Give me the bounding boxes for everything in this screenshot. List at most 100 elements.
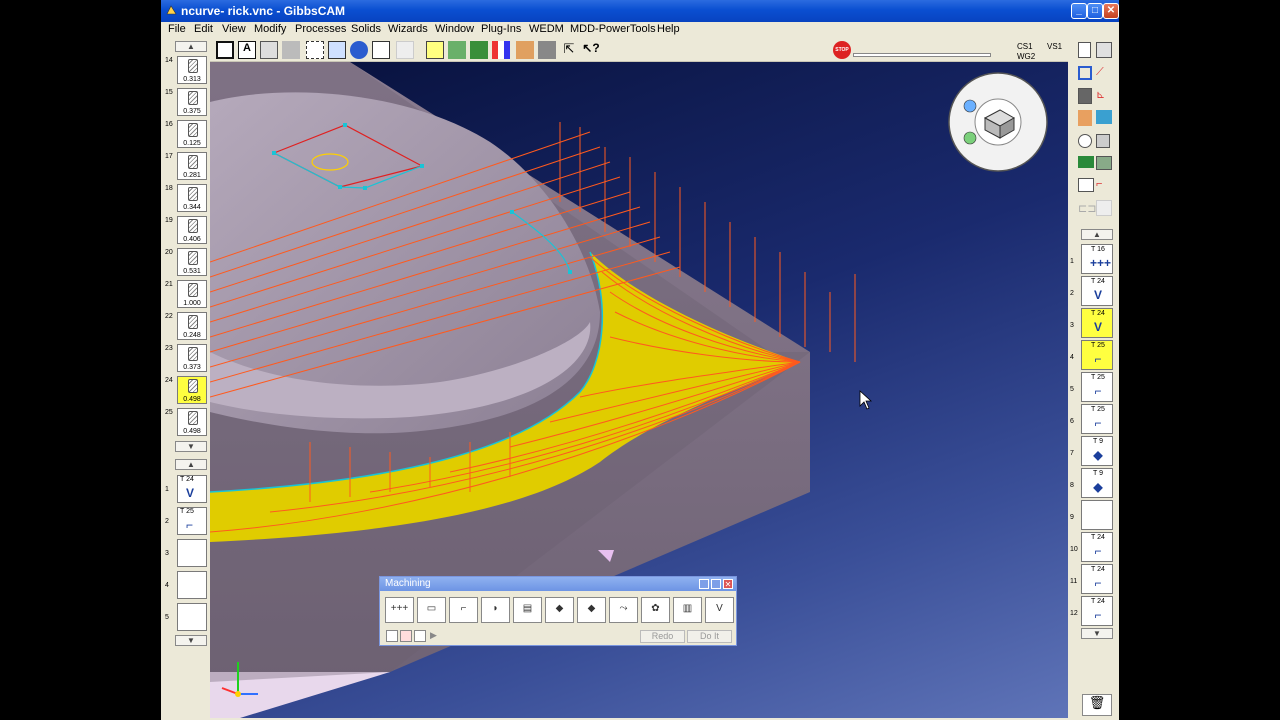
operation-box[interactable]: T 25 ⌐ <box>1081 372 1113 402</box>
profile-process-button[interactable]: ⌐ <box>449 597 478 623</box>
operation-box[interactable] <box>1081 500 1113 530</box>
contour-process-button[interactable]: ▭ <box>417 597 446 623</box>
hole-process-button[interactable]: +++ <box>385 597 414 623</box>
solid-box-icon[interactable] <box>282 41 300 59</box>
operation-slot[interactable]: 9 <box>1070 500 1117 531</box>
operation-box[interactable]: T 9 ◆ <box>1081 436 1113 466</box>
ops-right-scroll-down-button[interactable]: ▼ <box>1081 628 1113 639</box>
select-box-icon[interactable] <box>306 41 324 59</box>
menu-edit[interactable]: Edit <box>194 23 213 35</box>
tool-slot[interactable]: 20 0.531 <box>163 247 209 277</box>
palette-minimize-icon[interactable] <box>711 579 721 589</box>
operation-slot[interactable]: 8 T 9 ◆ <box>1070 468 1117 499</box>
tool-slot[interactable]: 14 0.313 <box>163 55 209 85</box>
tools-scroll-down-button[interactable]: ▼ <box>175 441 207 452</box>
operation-box[interactable]: T 25 ⌐ <box>177 507 207 535</box>
face-process-button[interactable]: ▤ <box>513 597 542 623</box>
delete-toolpath-icon[interactable] <box>538 41 556 59</box>
menu-processes[interactable]: Processes <box>295 23 346 35</box>
tools-scroll-up-button[interactable]: ▲ <box>175 41 207 52</box>
cs-icon[interactable]: ⌐ <box>1096 178 1110 192</box>
rotate-view-icon[interactable] <box>372 41 390 59</box>
grid-icon[interactable] <box>328 41 346 59</box>
operation-slot[interactable]: 2 T 24 V <box>1070 276 1117 307</box>
tool-slot[interactable]: 16 0.125 <box>163 119 209 149</box>
rough-process-button[interactable]: ◆ <box>577 597 606 623</box>
redo-button[interactable]: Redo <box>640 630 685 643</box>
operation-slot[interactable]: 5 <box>163 602 209 632</box>
tool-slot[interactable]: 17 0.281 <box>163 151 209 181</box>
filter-icon[interactable] <box>386 630 398 642</box>
menu-file[interactable]: File <box>168 23 186 35</box>
flowline-process-button[interactable]: ✿ <box>641 597 670 623</box>
ops-right-scroll-up-button[interactable]: ▲ <box>1081 229 1113 240</box>
menu-view[interactable]: View <box>222 23 246 35</box>
operation-slot[interactable]: 3 <box>163 538 209 568</box>
operation-box[interactable]: T 16 +++ <box>1081 244 1113 274</box>
view-compass[interactable] <box>948 72 1048 172</box>
part-icon[interactable] <box>448 41 466 59</box>
eye-view-icon[interactable] <box>1078 134 1092 148</box>
operation-slot[interactable]: 10 T 24 ⌐ <box>1070 532 1117 563</box>
palette-restore-icon[interactable] <box>699 579 709 589</box>
operation-box[interactable]: T 9 ◆ <box>1081 468 1113 498</box>
operation-box[interactable]: T 24 V <box>177 475 207 503</box>
operation-slot[interactable]: 5 T 25 ⌐ <box>1070 372 1117 403</box>
operation-box[interactable]: T 24 ⌐ <box>1081 596 1113 626</box>
rectangle-tool-icon[interactable] <box>1078 66 1092 80</box>
ops-scroll-up-button[interactable]: ▲ <box>175 459 207 470</box>
operation-box[interactable] <box>177 603 207 631</box>
operation-slot[interactable]: 1 T 16 +++ <box>1070 244 1117 275</box>
tool-slot[interactable]: 22 0.248 <box>163 311 209 341</box>
menu-plugins[interactable]: Plug-Ins <box>481 23 521 35</box>
operation-slot[interactable]: 3 T 24 V <box>1070 308 1117 339</box>
tool-slot[interactable]: 23 0.373 <box>163 343 209 373</box>
plane-tool-icon[interactable] <box>1096 110 1112 124</box>
menu-wizards[interactable]: Wizards <box>388 23 428 35</box>
vcarve-process-button[interactable]: V <box>705 597 734 623</box>
zlevel-process-button[interactable]: ▥ <box>673 597 702 623</box>
fixture-icon[interactable] <box>470 41 488 59</box>
close-button[interactable]: ✕ <box>1103 3 1119 19</box>
tool-creation-icon[interactable] <box>1078 88 1092 104</box>
operation-slot[interactable]: 4 T 25 ⌐ <box>1070 340 1117 371</box>
stock-icon[interactable] <box>426 41 444 59</box>
maximize-button[interactable]: □ <box>1087 3 1103 19</box>
operation-box[interactable]: T 24 ⌐ <box>1081 532 1113 562</box>
tool-slot[interactable]: 15 0.375 <box>163 87 209 117</box>
trash-icon[interactable]: 🗑 <box>1082 694 1112 716</box>
workgroup-icon[interactable] <box>1078 178 1094 192</box>
operation-slot[interactable]: 1 T 24 V <box>163 474 209 504</box>
operation-slot[interactable]: 11 T 24 ⌐ <box>1070 564 1117 595</box>
clear-icon[interactable] <box>400 630 412 642</box>
render-icon[interactable] <box>350 41 368 59</box>
operation-box[interactable]: T 24 V <box>1081 276 1113 306</box>
toolpath-colors-icon[interactable] <box>492 41 510 59</box>
minimize-button[interactable]: _ <box>1071 3 1087 19</box>
menu-help[interactable]: Help <box>657 23 680 35</box>
tool-slot[interactable]: 18 0.344 <box>163 183 209 213</box>
tool-slot[interactable]: 19 0.406 <box>163 215 209 245</box>
operation-box[interactable]: T 25 ⌐ <box>1081 340 1113 370</box>
operation-box[interactable] <box>177 571 207 599</box>
surface-process-button[interactable]: ◆ <box>545 597 574 623</box>
operation-box[interactable]: T 24 V <box>1081 308 1113 338</box>
wireframe-view-icon[interactable] <box>216 41 234 59</box>
geometry-tool-icon[interactable]: ⟋ <box>1096 66 1112 80</box>
help-pointer-icon[interactable]: ↖? <box>582 41 600 59</box>
stop-icon[interactable]: STOP <box>833 41 851 59</box>
copy-document-icon[interactable] <box>1096 42 1112 58</box>
move-arrows-icon[interactable]: ⇱ <box>560 41 578 59</box>
text-view-icon[interactable]: A <box>238 41 256 59</box>
tool-slot[interactable]: 24 0.498 <box>163 375 209 405</box>
operation-slot[interactable]: 4 <box>163 570 209 600</box>
expand-arrow-icon[interactable]: ▶ <box>430 630 437 641</box>
operation-slot[interactable]: 2 T 25 ⌐ <box>163 506 209 536</box>
do-it-button[interactable]: Do It <box>687 630 732 643</box>
menu-mdd-powertools[interactable]: MDD-PowerTools <box>570 23 656 35</box>
pocket-process-button[interactable]: ◗ <box>481 597 510 623</box>
menu-modify[interactable]: Modify <box>254 23 286 35</box>
operation-box[interactable]: T 24 ⌐ <box>1081 564 1113 594</box>
simulation-icon[interactable] <box>1096 156 1112 170</box>
shaded-box-icon[interactable] <box>260 41 278 59</box>
